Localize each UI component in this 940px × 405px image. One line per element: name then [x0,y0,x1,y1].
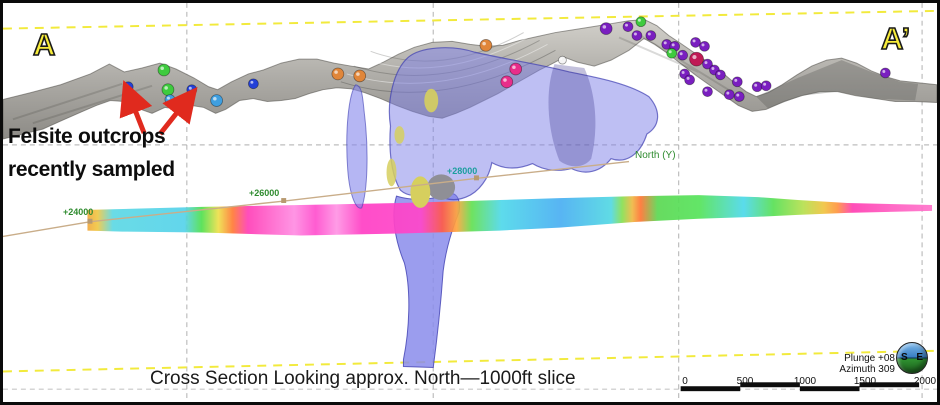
axis-tick-28000: +28000 [447,166,477,176]
drillhole-marker [732,77,742,87]
section-label-a-prime: A’ [881,21,910,57]
drillhole-marker [703,87,713,97]
marker-highlight [672,43,675,46]
marker-highlight [704,61,707,64]
drillhole-marker [165,95,175,105]
marker-highlight [734,79,737,82]
scene-canvas [3,3,937,402]
marker-highlight [213,97,217,101]
axis-tick-24000: +24000 [63,207,93,217]
drillhole-marker [734,92,744,102]
marker-highlight [704,89,707,92]
marker-highlight [603,25,607,29]
marker-highlight [664,41,667,44]
drillhole-marker [600,23,612,35]
marker-highlight [717,72,720,75]
marker-highlight [625,24,628,27]
cross-section-viewport[interactable]: A A’ Felsite outcrops recently sampled +… [0,0,940,405]
caption-text: Cross Section Looking approx. North—1000… [150,368,576,390]
axis-name-north-y: North (Y) [635,150,676,161]
drillhole-marker [248,79,258,89]
scale-label-2000: 2000 [914,376,936,387]
azimuth-readout: Azimuth 309 [833,364,895,375]
marker-highlight [702,43,705,46]
globe-south-letter: S [901,352,908,363]
scale-label-500: 500 [737,376,754,387]
drillhole-marker [623,22,633,32]
marker-highlight [692,55,696,59]
drillhole-marker [691,37,701,47]
drillhole-marker [690,52,704,66]
drillhole-marker [667,48,677,58]
globe-east-letter: E [916,352,923,363]
marker-highlight [680,52,683,55]
drillhole-marker [724,90,734,100]
orientation-globe[interactable]: S E [896,342,928,374]
marker-highlight [503,78,507,82]
drillhole-marker [761,81,771,91]
drillhole-marker [158,64,170,76]
marker-highlight [482,42,486,46]
scale-label-0: 0 [682,376,688,387]
marker-highlight [882,70,885,73]
marker-highlight [736,94,739,97]
marker-highlight [160,66,164,70]
marker-highlight [560,58,562,60]
axis-tick-26000: +26000 [249,188,279,198]
marker-highlight [334,70,338,74]
marker-highlight [711,67,714,70]
marker-highlight [125,84,128,87]
drillhole-marker [211,95,223,107]
marker-highlight [167,97,170,100]
scale-label-1000: 1000 [794,376,816,387]
drillhole-marker [162,84,174,96]
drillhole-marker [187,85,197,95]
scale-label-1500: 1500 [854,376,876,387]
section-label-a: A [33,27,55,63]
marker-highlight [638,19,641,22]
annotation-line-2: recently sampled [8,158,175,182]
drillhole-marker [685,75,695,85]
drillhole-marker [558,56,566,64]
drillhole-marker [480,39,492,51]
drillhole-marker [332,68,344,80]
marker-highlight [164,86,168,90]
drillhole-marker [752,82,762,92]
marker-highlight [693,39,696,42]
drillhole-marker [700,41,710,51]
marker-highlight [648,33,651,36]
drillhole-marker [636,17,646,27]
marker-highlight [754,84,757,87]
drillhole-marker [715,70,725,80]
marker-highlight [512,65,516,69]
marker-highlight [682,71,685,74]
drillhole-marker [354,70,366,82]
drillhole-marker [646,31,656,41]
marker-highlight [763,83,766,86]
plunge-readout: Plunge +08 [833,353,895,364]
drillhole-marker [123,82,133,92]
drillhole-marker [510,63,522,75]
geophysics-slice [87,195,932,235]
marker-highlight [356,72,360,76]
marker-highlight [634,33,637,36]
drillhole-marker [501,76,513,88]
marker-highlight [726,92,729,95]
drillhole-marker [632,31,642,41]
drillhole-marker [880,68,890,78]
camera-readout: Plunge +08 Azimuth 309 [833,353,895,375]
marker-highlight [669,50,672,53]
drillhole-marker [678,50,688,60]
marker-highlight [687,77,690,80]
annotation-line-1: Felsite outcrops [8,125,165,149]
marker-highlight [189,87,192,90]
marker-highlight [250,81,253,84]
